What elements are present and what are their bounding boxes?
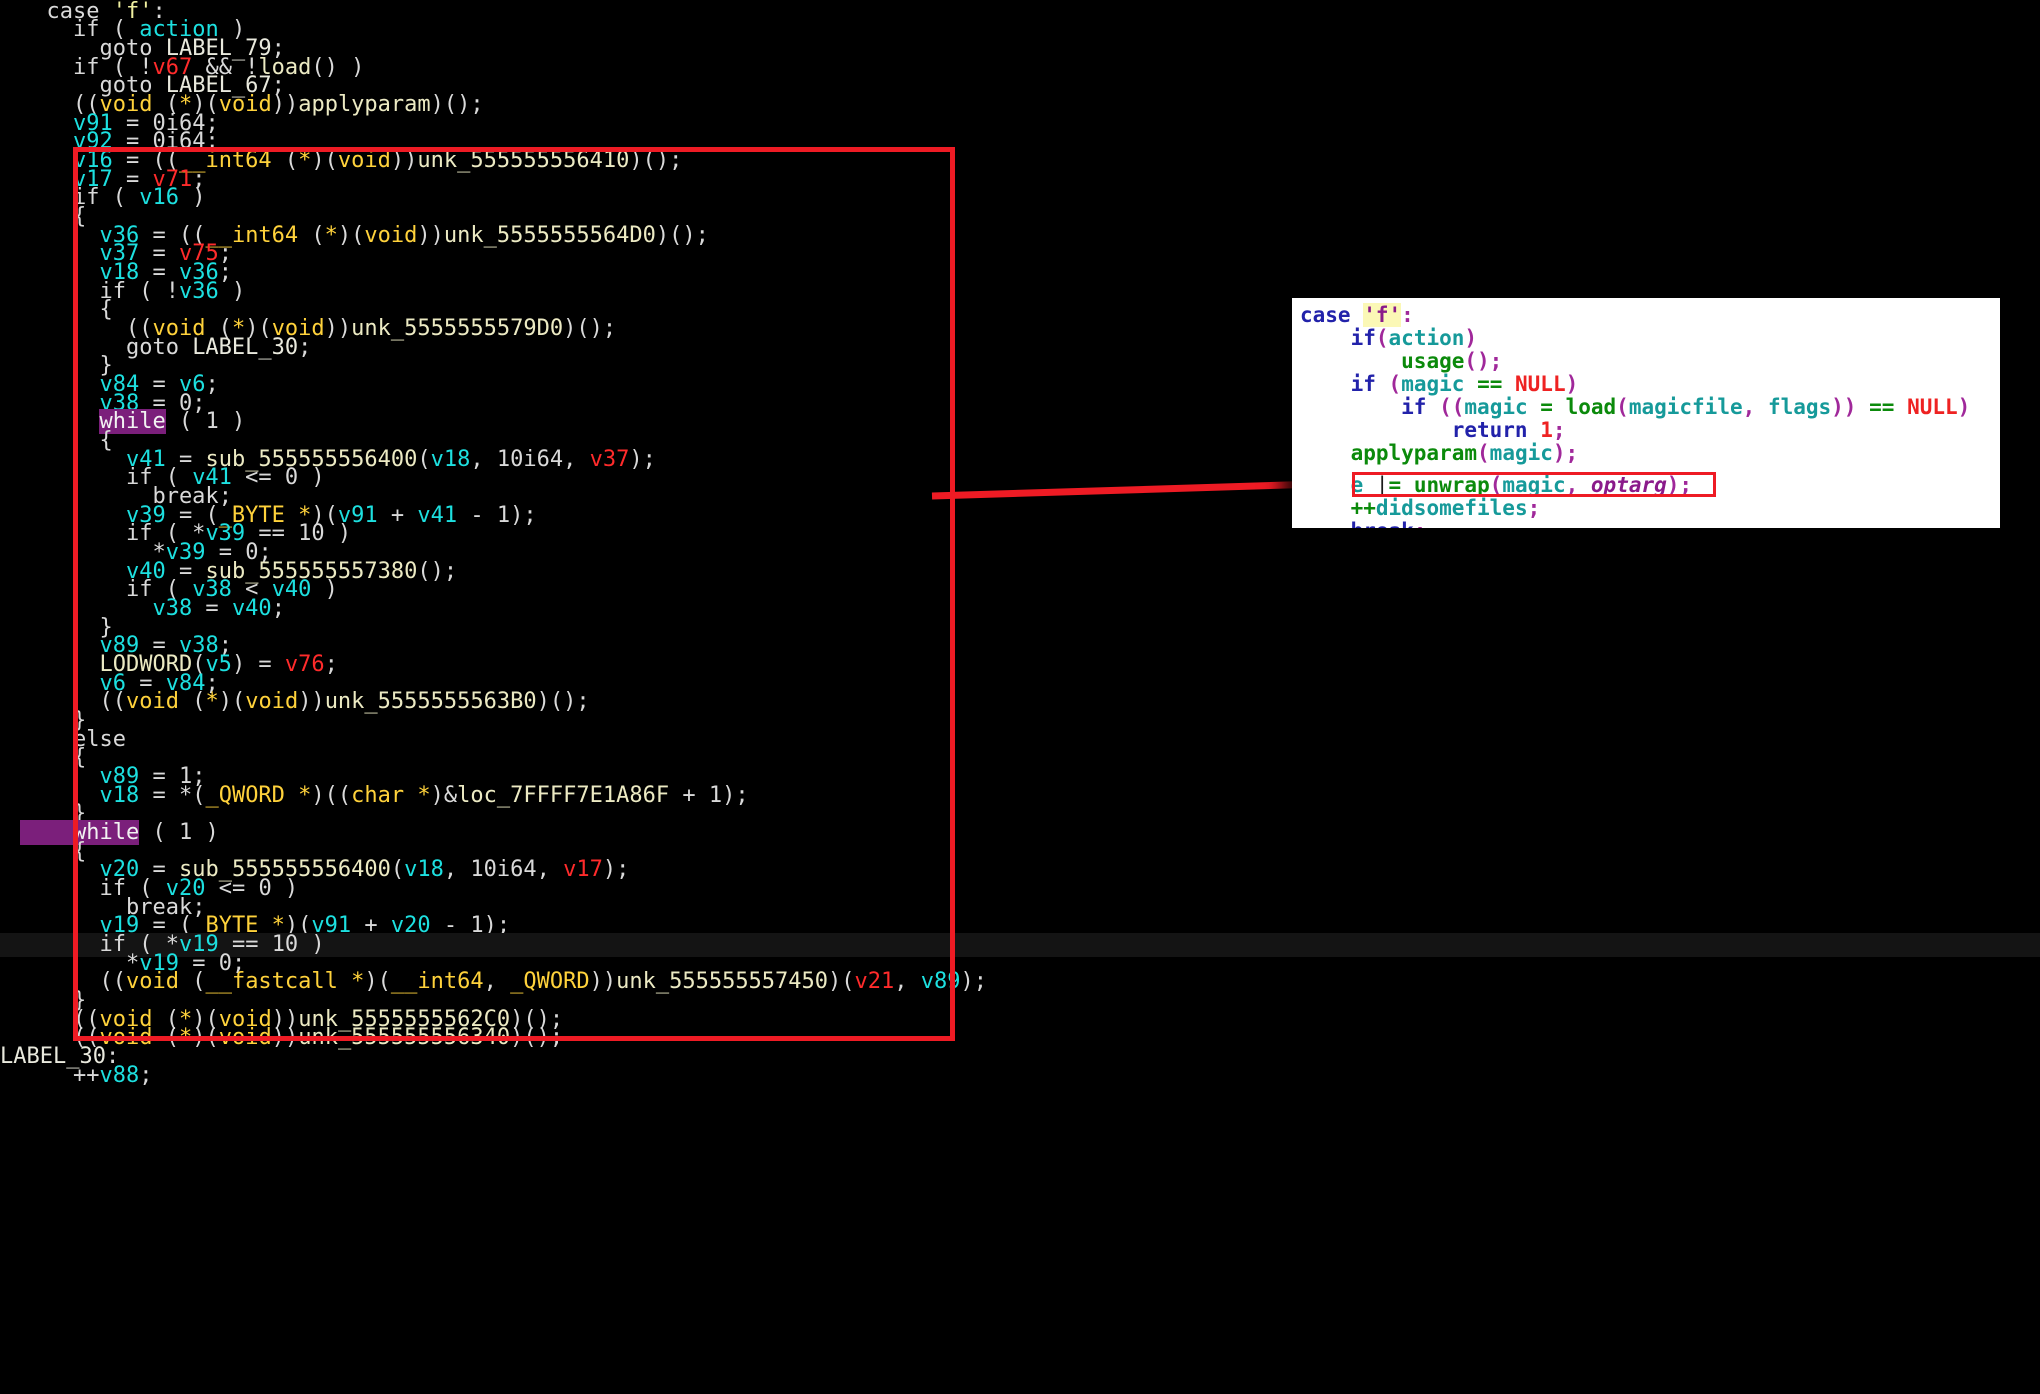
source-line[interactable]: ++didsomefiles; [1292,497,2000,520]
source-line[interactable]: if(action) [1292,327,2000,350]
source-line[interactable]: applyparam(magic); [1292,442,2000,465]
source-snippet-inset[interactable]: case 'f': if(action) usage(); if (magic … [1292,298,2000,528]
source-line[interactable]: if (magic == NULL) [1292,373,2000,396]
source-line[interactable]: case 'f': [1292,303,2000,327]
source-line[interactable]: usage(); [1292,350,2000,373]
source-line[interactable]: return 1; [1292,419,2000,442]
source-line-highlighted[interactable]: e |= unwrap(magic, optarg); [1292,474,2000,497]
pseudocode-pane[interactable]: case 'f': if ( action ) goto LABEL_79; i… [0,0,2040,1394]
source-line[interactable]: break; [1292,520,2000,529]
source-line[interactable]: if ((magic = load(magicfile, flags)) == … [1292,396,2000,419]
correspondence-arrow [931,471,1348,500]
code-line[interactable]: ++v88; [0,1064,2040,1088]
